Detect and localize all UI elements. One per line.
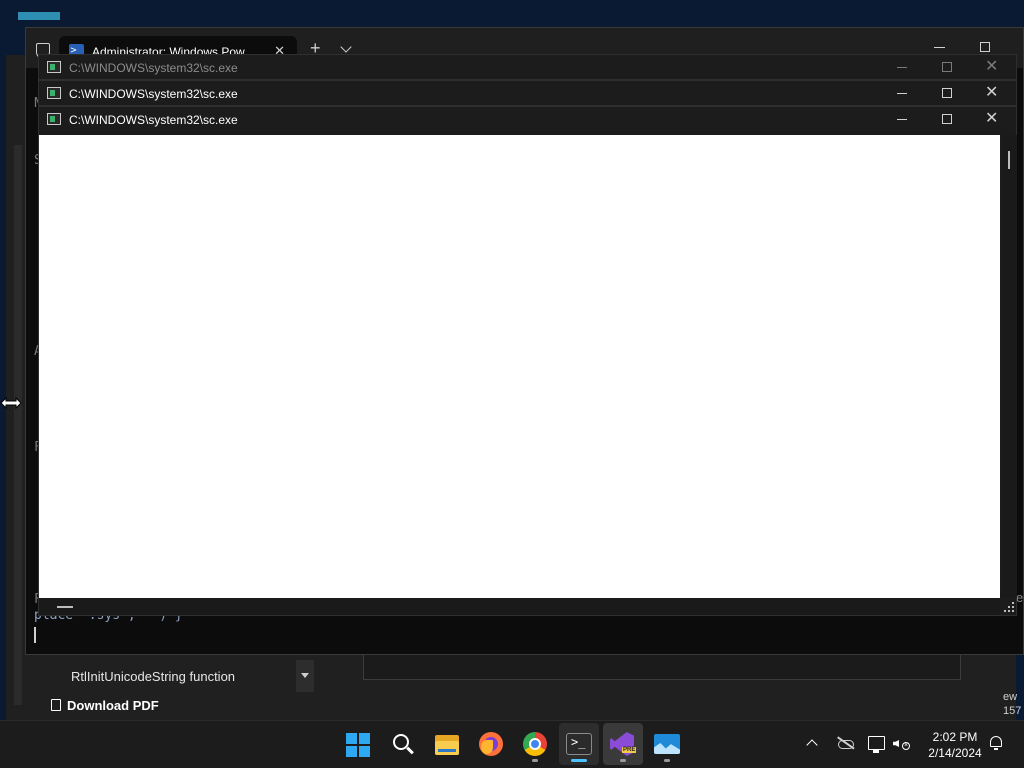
feedback-panel: [363, 655, 961, 680]
console-app-icon: [47, 87, 61, 99]
volume-muted-icon[interactable]: ×: [893, 737, 911, 751]
running-indicator: [571, 759, 587, 762]
network-icon[interactable]: [868, 736, 885, 753]
close-button[interactable]: ✕: [985, 110, 998, 128]
terminal-icon[interactable]: >_: [566, 732, 592, 756]
system-clock[interactable]: 2:02 PM 2/14/2024: [918, 729, 992, 761]
toc-item-label: RtlInitUnicodeString function: [71, 669, 236, 684]
sc-exe-window[interactable]: C:\WINDOWS\system32\sc.exe ✕: [38, 106, 1017, 616]
close-button[interactable]: ✕: [985, 58, 998, 76]
chevron-down-icon[interactable]: [340, 41, 352, 53]
clock-date: 2/14/2024: [928, 746, 982, 760]
window-title-bar[interactable]: C:\WINDOWS\system32\sc.exe ✕: [39, 55, 1016, 81]
maximize-button[interactable]: [942, 88, 952, 98]
minimize-button[interactable]: [897, 93, 907, 94]
scrollbar-thumb[interactable]: [1008, 151, 1010, 169]
sc-exe-window[interactable]: C:\WINDOWS\system32\sc.exe ✕: [38, 80, 1017, 106]
close-button[interactable]: ✕: [985, 84, 998, 102]
toc-scrollbar[interactable]: [296, 660, 314, 692]
vertical-scrollbar[interactable]: [1001, 135, 1017, 598]
maximize-button[interactable]: [942, 62, 952, 72]
resize-grip-icon[interactable]: [1002, 600, 1016, 614]
page-edge-line: 157: [1003, 705, 1022, 717]
clock-time: 2:02 PM: [932, 730, 978, 744]
page-edge-line: ew: [1003, 691, 1018, 703]
preview-badge: PRE: [622, 747, 637, 753]
terminal-minimize-button[interactable]: [934, 47, 945, 48]
maximize-button[interactable]: [942, 114, 952, 124]
file-explorer-icon[interactable]: [434, 733, 460, 757]
chrome-icon[interactable]: [522, 732, 548, 756]
page-edge-text: e: [1016, 590, 1024, 605]
console-app-icon: [47, 113, 61, 125]
scroll-down-arrow-icon[interactable]: [301, 673, 309, 678]
start-icon[interactable]: [346, 733, 372, 757]
sc-exe-window[interactable]: C:\WINDOWS\system32\sc.exe ✕: [38, 54, 1017, 80]
running-indicator: [664, 759, 670, 762]
window-title-bar[interactable]: C:\WINDOWS\system32\sc.exe ✕: [39, 107, 1016, 133]
window-title: C:\WINDOWS\system32\sc.exe: [69, 113, 238, 127]
firefox-icon[interactable]: [478, 732, 504, 756]
minimize-button[interactable]: [897, 119, 907, 120]
running-indicator: [620, 759, 626, 762]
minimize-button[interactable]: [897, 67, 907, 68]
console-app-icon: [47, 61, 61, 73]
pdf-icon: [51, 699, 61, 711]
page-edge-text: ew 157: [1003, 690, 1021, 718]
page-side-panel: [14, 145, 22, 705]
horizontal-scrollbar[interactable]: [39, 599, 1000, 615]
search-icon[interactable]: [391, 733, 417, 757]
download-pdf-label: Download PDF: [67, 698, 159, 713]
window-title-bar[interactable]: C:\WINDOWS\system32\sc.exe ✕: [39, 81, 1016, 107]
notification-bell-icon[interactable]: [989, 736, 1003, 750]
toc-item-rtlinitunicodestring[interactable]: RtlInitUnicodeString function: [39, 660, 314, 692]
onedrive-offline-icon[interactable]: [836, 736, 855, 750]
resize-cursor-icon: [0, 396, 22, 410]
photos-icon[interactable]: [654, 732, 680, 756]
scrollbar-thumb[interactable]: [57, 606, 73, 608]
window-title: C:\WINDOWS\system32\sc.exe: [69, 87, 238, 101]
window-title: C:\WINDOWS\system32\sc.exe: [69, 61, 238, 75]
desktop-strip: [18, 12, 60, 20]
terminal-maximize-button[interactable]: [980, 42, 990, 52]
running-indicator: [532, 759, 538, 762]
console-content-area[interactable]: [39, 135, 1000, 598]
terminal-cursor: [34, 627, 36, 643]
visual-studio-preview-icon[interactable]: PRE: [609, 732, 637, 756]
